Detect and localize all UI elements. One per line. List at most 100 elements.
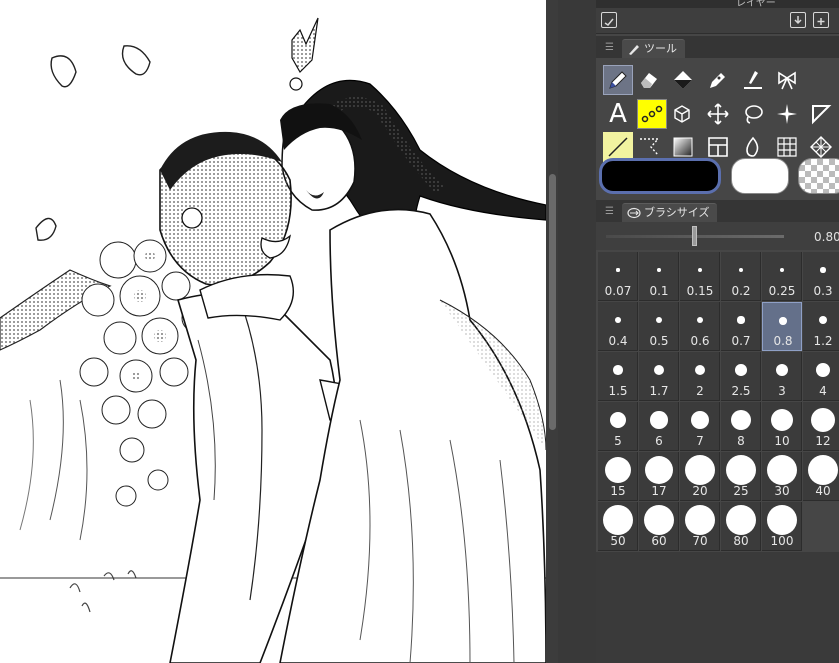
brush-size-preset-label: 2.5 <box>731 384 751 398</box>
brush-size-preset[interactable]: 40 <box>803 452 839 501</box>
brush-size-preset[interactable]: 0.4 <box>598 302 638 351</box>
layer-import-icon[interactable] <box>790 12 806 28</box>
brush-size-preset-label: 0.2 <box>731 284 751 298</box>
brush-size-preset[interactable]: 1.2 <box>803 302 839 351</box>
brush-size-preset[interactable]: 25 <box>721 452 761 501</box>
pen-tool[interactable] <box>603 65 633 95</box>
brush-size-preset[interactable]: 0.25 <box>762 252 802 301</box>
brush-tip-preview <box>815 362 831 378</box>
brush-size-preset[interactable]: 10 <box>762 402 802 451</box>
brush-size-preset[interactable]: 0.6 <box>680 302 720 351</box>
brush-size-tab-bar: ☰ ブラシサイズ <box>596 200 839 222</box>
brush-tip-preview <box>726 505 756 535</box>
brush-size-slider[interactable]: 0.80 <box>596 222 839 250</box>
brush-tip-preview <box>657 268 661 272</box>
brush-size-preset[interactable]: 30 <box>762 452 802 501</box>
brush-size-preset[interactable]: 20 <box>680 452 720 501</box>
transparent-color-chip[interactable] <box>798 158 839 194</box>
brush-size-presets: 0.07 0.1 0.15 0.2 0.25 0.3 0.4 0.5 0.6 0.7 0.8 1.2 1… <box>598 252 839 552</box>
tab-tool[interactable]: ツール <box>622 39 685 58</box>
fill-tool[interactable] <box>668 65 698 95</box>
brush-size-preset[interactable]: 15 <box>598 452 638 501</box>
brush-size-preset[interactable]: 50 <box>598 502 638 551</box>
brush-size-preset[interactable]: 1.5 <box>598 352 638 401</box>
tab-menu-icon[interactable]: ☰ <box>605 206 614 217</box>
brush-size-preset[interactable]: 1.7 <box>639 352 679 401</box>
sub-color-chip[interactable] <box>731 158 789 194</box>
brush-size-preset-label: 0.25 <box>768 284 796 298</box>
brush-size-preset[interactable]: 12 <box>803 402 839 451</box>
tab-menu-icon[interactable]: ☰ <box>605 42 614 53</box>
brush-size-preset[interactable]: 17 <box>639 452 679 501</box>
brush-size-preset[interactable]: 60 <box>639 502 679 551</box>
link-tool[interactable] <box>637 99 667 129</box>
brush-size-preset[interactable]: 0.5 <box>639 302 679 351</box>
brush-size-preset[interactable]: 7 <box>680 402 720 451</box>
brush-tip-preview <box>737 316 745 324</box>
slider-knob[interactable] <box>692 226 697 246</box>
brush-tip-preview <box>810 407 836 433</box>
brush-size-preset-label: 6 <box>655 434 663 448</box>
brush-size-preset[interactable]: 3 <box>762 352 802 401</box>
text-tool[interactable]: A <box>603 99 633 129</box>
brush-size-preset[interactable]: 80 <box>721 502 761 551</box>
scrollbar-thumb[interactable] <box>549 174 556 430</box>
eraser-tool[interactable] <box>634 65 664 95</box>
manga-illustration <box>0 17 546 663</box>
brush-size-preset-label: 0.5 <box>649 334 669 348</box>
layer-duplicate-icon[interactable] <box>813 12 829 28</box>
brush-tip-preview <box>685 455 715 485</box>
brush-size-preset[interactable]: 0.2 <box>721 252 761 301</box>
brush-size-preset[interactable]: 2.5 <box>721 352 761 401</box>
brush-size-preset-label: 0.07 <box>604 284 632 298</box>
object-tool[interactable] <box>668 99 698 129</box>
tab-brush-size[interactable]: ブラシサイズ <box>622 203 718 222</box>
brush-size-preset-label: 5 <box>614 434 622 448</box>
brush-size-preset[interactable]: 0.7 <box>721 302 761 351</box>
brush-size-preset-label: 10 <box>774 434 790 448</box>
brush-tip-preview <box>603 505 633 535</box>
tool-grid: A <box>596 60 839 162</box>
canvas-vertical-scrollbar[interactable] <box>546 0 558 663</box>
brush-size-preset[interactable]: 0.3 <box>803 252 839 301</box>
marker-tool[interactable] <box>703 65 733 95</box>
brush-size-preset[interactable]: 6 <box>639 402 679 451</box>
sparkle-tool[interactable] <box>772 99 802 129</box>
tab-brush-size-label: ブラシサイズ <box>644 206 710 219</box>
brush-size-preset-label: 60 <box>651 534 667 548</box>
brush-size-preset[interactable]: 8 <box>721 402 761 451</box>
right-panel: レイヤー ☰ ツール A ☰ ブラシサイズ 0.80 0.07 0.1 0.15… <box>596 0 839 663</box>
brush-tip-preview <box>644 455 674 485</box>
brush-tip-preview <box>650 411 668 429</box>
brush-size-preset[interactable]: 0.15 <box>680 252 720 301</box>
brush-size-preset[interactable]: 4 <box>803 352 839 401</box>
brush-size-preset-label: 1.2 <box>813 334 833 348</box>
brush-size-preset-label: 0.15 <box>686 284 714 298</box>
brush-size-preset[interactable]: 0.8 <box>762 302 802 351</box>
ribbon-icon <box>778 71 796 90</box>
main-color-chip[interactable] <box>599 158 721 194</box>
figure-tool[interactable] <box>806 99 836 129</box>
brush-size-preset[interactable]: 0.1 <box>639 252 679 301</box>
brush-size-preset[interactable]: 0.07 <box>598 252 638 301</box>
correct-line-tool[interactable] <box>738 65 768 95</box>
brush-size-preset-label: 3 <box>778 384 786 398</box>
correct-line-icon <box>744 71 762 89</box>
move-tool[interactable] <box>703 99 733 129</box>
brush-size-preset-label: 70 <box>692 534 708 548</box>
brush-tip-preview <box>808 455 838 485</box>
brush-tip-preview <box>616 268 620 272</box>
tool-tab-bar: ☰ ツール <box>596 36 839 58</box>
brush-tip-preview <box>615 317 621 323</box>
drawing-canvas[interactable] <box>0 0 546 663</box>
brush-size-preset[interactable]: 100 <box>762 502 802 551</box>
brush-size-preset[interactable]: 70 <box>680 502 720 551</box>
brush-size-preset-label: 1.5 <box>608 384 628 398</box>
layer-check-icon[interactable] <box>601 12 617 28</box>
brush-size-preset-label: 4 <box>819 384 827 398</box>
lasso-tool[interactable] <box>738 99 768 129</box>
brush-size-preset[interactable]: 5 <box>598 402 638 451</box>
brush-size-preset[interactable]: 2 <box>680 352 720 401</box>
decoration-tool[interactable] <box>772 65 802 95</box>
brush-size-preset-label: 0.1 <box>649 284 669 298</box>
